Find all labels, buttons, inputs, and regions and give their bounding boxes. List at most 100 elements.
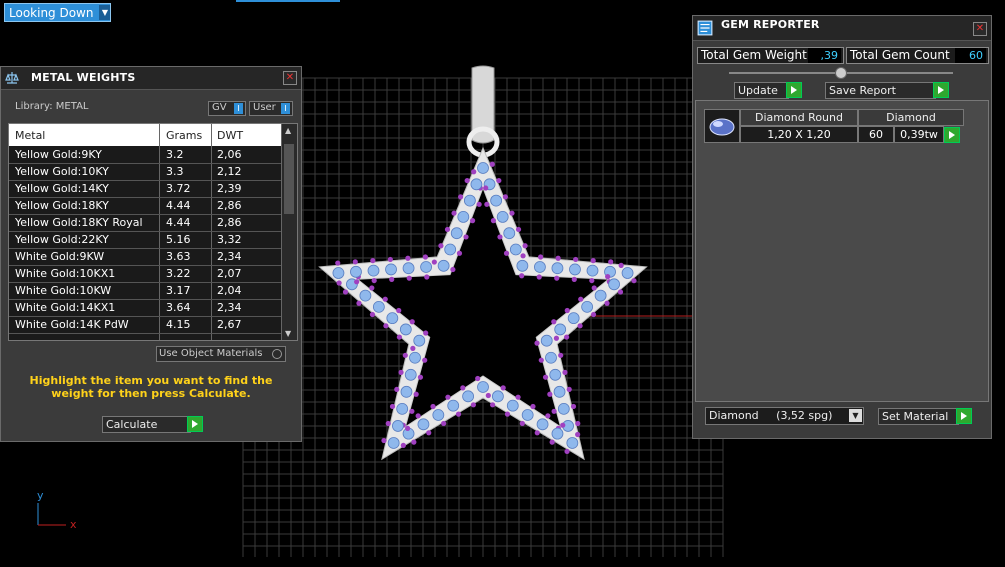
- table-row[interactable]: White Gold:10KW 3.17 2,04: [9, 283, 281, 300]
- table-row[interactable]: Yellow Gold:10KY 3.3 2,12: [9, 164, 281, 181]
- gem-stone: [540, 334, 553, 347]
- gem-stone: [457, 210, 470, 223]
- material-select[interactable]: Diamond (3,52 spg) ▼: [705, 407, 864, 425]
- save-report-button[interactable]: Save Report: [825, 82, 936, 99]
- cell-metal: Yellow Gold:10KY: [15, 165, 109, 178]
- calculate-button[interactable]: Calculate: [102, 416, 191, 433]
- gem-weight-cell: 0,39tw: [894, 126, 944, 143]
- gem-stone: [386, 312, 399, 325]
- gem-list-area[interactable]: Diamond Round Diamond 1,20 X 1,20 60 0,3…: [695, 100, 989, 402]
- gem-count-cell: 60: [858, 126, 894, 143]
- gem-stone: [417, 418, 430, 431]
- gem-stone: [557, 402, 570, 415]
- table-row[interactable]: White Gold:9KW 3.63 2,34: [9, 249, 281, 266]
- user-toggle[interactable]: User I: [249, 101, 293, 116]
- table-row[interactable]: Yellow Gold:14KY 3.72 2,39: [9, 181, 281, 198]
- metal-weights-panel: METAL WEIGHTS ✕ Library: METAL GV I User I…: [0, 66, 302, 442]
- chevron-down-icon[interactable]: ▼: [99, 5, 111, 20]
- gem-material-cell: Diamond: [858, 109, 964, 126]
- gem-stone: [586, 264, 599, 277]
- gem-stone: [463, 194, 476, 207]
- table-row[interactable]: White Gold:10KX1 3.22 2,07: [9, 266, 281, 283]
- scroll-down-icon[interactable]: ▼: [285, 329, 291, 338]
- gem-row-go-icon[interactable]: [944, 127, 960, 143]
- chevron-down-icon[interactable]: ▼: [849, 409, 862, 422]
- table-row[interactable]: Yellow Gold:22KY 5.16 3,32: [9, 232, 281, 249]
- material-select-value: Diamond (3,52 spg): [709, 409, 833, 422]
- use-object-materials-checkbox[interactable]: Use Object Materials: [156, 346, 286, 362]
- use-object-materials-label: Use Object Materials: [159, 348, 263, 359]
- table-row[interactable]: Yellow Gold:9KY 3.2 2,06: [9, 147, 281, 164]
- cell-metal: Yellow Gold:18KY Royal: [15, 216, 143, 229]
- metal-table[interactable]: Metal Grams DWT Yellow Gold:9KY 3.2 2,06 Ye…: [8, 123, 298, 341]
- gem-stone: [536, 418, 549, 431]
- cell-dwt: 2,34: [217, 301, 242, 314]
- total-gem-weight-value: ,39: [808, 48, 841, 63]
- panel-slider[interactable]: [729, 67, 953, 79]
- gem-stone: [551, 262, 564, 275]
- gem-reporter-panel: GEM REPORTER ✕ Total Gem Weight ,39 Tota…: [692, 15, 992, 439]
- cell-dwt: 2,07: [217, 267, 242, 280]
- cell-metal: White Gold:10KW: [15, 284, 112, 297]
- gem-stone: [372, 300, 385, 313]
- update-go-icon[interactable]: [786, 82, 802, 98]
- gem-stone: [332, 267, 345, 279]
- gem-stone: [594, 289, 607, 302]
- set-material-go-icon[interactable]: [956, 408, 972, 424]
- metal-weights-titlebar[interactable]: METAL WEIGHTS ✕: [1, 67, 301, 90]
- gem-stone: [554, 323, 567, 336]
- checkbox-icon: [272, 349, 282, 359]
- gem-stone: [566, 437, 579, 449]
- view-dropdown-label: Looking Down: [9, 5, 94, 20]
- table-scrollbar[interactable]: ▲ ▼: [281, 124, 297, 340]
- gem-stone: [385, 263, 397, 276]
- gem-thumbnail[interactable]: [704, 109, 740, 143]
- table-row[interactable]: Yellow Gold:18KY 4.44 2,86: [9, 198, 281, 215]
- update-label: Update: [738, 84, 778, 97]
- gem-reporter-titlebar[interactable]: GEM REPORTER ✕: [693, 16, 991, 41]
- slider-handle-icon[interactable]: [835, 67, 847, 79]
- gem-stone: [516, 259, 529, 272]
- calculate-go-icon[interactable]: [187, 416, 203, 432]
- total-gem-count-value: 60: [955, 48, 986, 63]
- update-button[interactable]: Update: [734, 82, 789, 99]
- cell-grams: 3.3: [166, 165, 184, 178]
- cell-metal: White Gold:14KX1: [15, 301, 116, 314]
- cell-metal: Yellow Gold:14KY: [15, 182, 109, 195]
- top-accent-line: [236, 0, 340, 2]
- cell-dwt: 2,86: [217, 216, 242, 229]
- gem-stone: [549, 368, 562, 381]
- scroll-up-icon[interactable]: ▲: [285, 126, 291, 135]
- save-report-go-icon[interactable]: [933, 82, 949, 98]
- gem-stone: [404, 368, 417, 381]
- column-header-dwt[interactable]: DWT: [217, 129, 243, 142]
- cell-grams: 3.72: [166, 182, 191, 195]
- view-dropdown[interactable]: Looking Down ▼: [4, 3, 112, 22]
- gem-stone: [496, 210, 509, 223]
- gv-toggle[interactable]: GV I: [208, 101, 246, 116]
- close-icon[interactable]: ✕: [973, 22, 987, 36]
- gem-stone: [491, 390, 504, 403]
- scale-icon: [5, 72, 19, 84]
- gem-stone: [387, 437, 400, 449]
- metal-weights-title: METAL WEIGHTS: [31, 71, 136, 84]
- gem-stone: [545, 351, 557, 364]
- column-header-metal[interactable]: Metal: [15, 129, 45, 142]
- table-row[interactable]: White Gold:14K PdW 4.15 2,67: [9, 317, 281, 334]
- gem-reporter-title: GEM REPORTER: [721, 18, 820, 31]
- set-material-button[interactable]: Set Material: [878, 408, 959, 425]
- column-header-grams[interactable]: Grams: [166, 129, 202, 142]
- table-row[interactable]: White Gold:14KX1 3.64 2,34: [9, 300, 281, 317]
- table-row[interactable]: Yellow Gold:18KY Royal 4.44 2,86: [9, 215, 281, 232]
- gem-stone: [567, 312, 580, 325]
- cell-grams: 3.64: [166, 301, 191, 314]
- cell-dwt: 2,04: [217, 284, 242, 297]
- cell-metal: Yellow Gold:18KY: [15, 199, 109, 212]
- gem-stone: [392, 420, 404, 432]
- cell-dwt: 2,12: [217, 165, 242, 178]
- scroll-thumb[interactable]: [284, 144, 294, 214]
- gv-toggle-label: GV: [212, 102, 227, 113]
- gem-stone: [621, 267, 634, 279]
- close-icon[interactable]: ✕: [283, 71, 297, 85]
- gem-stone: [490, 194, 503, 207]
